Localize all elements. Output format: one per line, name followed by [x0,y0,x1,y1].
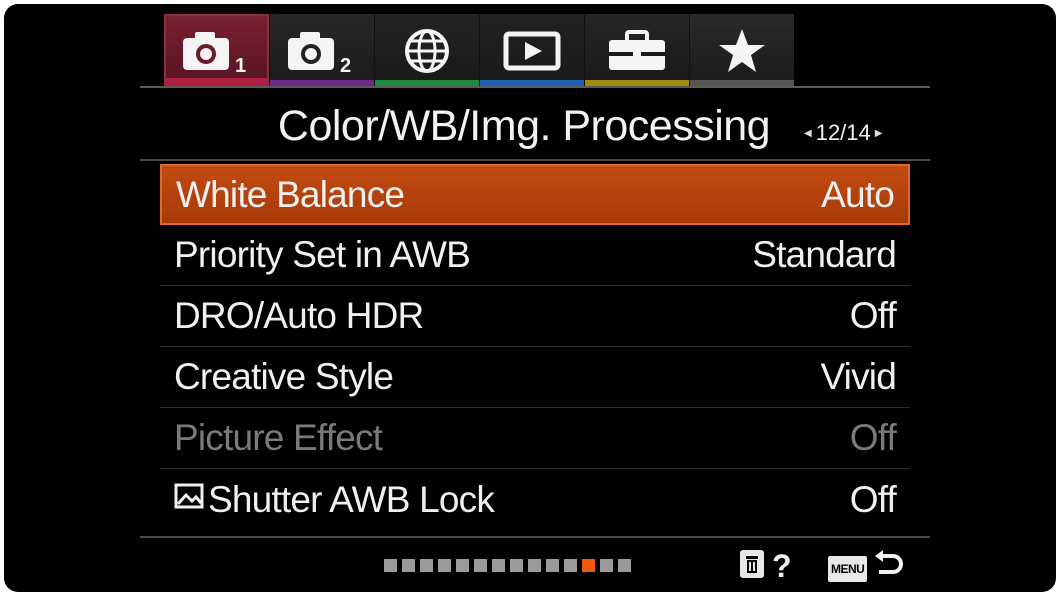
menu-list: White Balance Auto Priority Set in AWB S… [160,164,910,530]
tab-badge: 1 [235,55,246,76]
page-dot [510,559,523,572]
page-dot [438,559,451,572]
page-dot [474,559,487,572]
page-dot [564,559,577,572]
tab-network[interactable] [374,14,479,88]
menu-item-label: Picture Effect [174,417,383,458]
left-arrow-icon: ◀ [804,127,812,139]
page-indicator: ◀ 12/14 ▶ [804,120,882,146]
page-dot [528,559,541,572]
page-dot-current [582,559,595,572]
star-icon [712,26,772,76]
page-dot [420,559,433,572]
image-frame-icon [174,479,206,521]
menu-item-creative-style[interactable]: Creative Style Vivid [160,347,910,408]
menu-item-value: Auto [821,173,895,215]
trash-icon [738,548,766,585]
menu-item-label: White Balance [176,173,405,215]
footer-divider [140,536,930,538]
page-title: Color/WB/Img. Processing [277,102,771,150]
page-dot [402,559,415,572]
menu-item-priority-set-in-awb[interactable]: Priority Set in AWB Standard [160,225,910,286]
tab-my-menu[interactable] [689,14,794,88]
return-arrow-icon [873,550,904,587]
tab-divider [140,86,930,88]
help-label: ? [772,548,792,584]
camera-menu-screen: 1 2 Color/WB/Img. Processing ◀ 12/14 ▶ W… [4,4,1056,592]
tab-badge: 2 [340,55,351,76]
menu-back-button[interactable]: MENU [828,550,904,587]
tab-bar: 1 2 [164,14,794,88]
delete-help-button[interactable]: ? [738,548,792,585]
menu-item-value: Vivid [820,356,896,397]
menu-item-label: DRO/Auto HDR [174,295,424,336]
page-dots [384,559,631,572]
menu-item-white-balance[interactable]: White Balance Auto [160,164,910,225]
header-divider [140,159,930,161]
menu-item-picture-effect: Picture Effect Off [160,408,910,469]
page-dot [456,559,469,572]
page-dot [600,559,613,572]
menu-item-value: Off [849,295,897,336]
right-arrow-icon: ▶ [874,127,883,139]
menu-item-value: Off [849,478,897,520]
menu-item-label-wrap: Shutter AWB Lock [174,478,495,521]
menu-item-value: Off [849,417,897,458]
menu-item-shutter-awb-lock[interactable]: Shutter AWB Lock Off [160,469,910,530]
menu-button-label: MENU [828,555,868,582]
camera-1-icon: 1 [177,26,257,76]
menu-item-value: Standard [752,234,897,275]
page-dot [492,559,505,572]
camera-2-icon: 2 [282,26,362,76]
menu-item-label: Priority Set in AWB [174,234,471,275]
tab-setup[interactable] [584,14,689,88]
playback-icon [500,26,564,76]
page-dot [384,559,397,572]
menu-item-dro-auto-hdr[interactable]: DRO/Auto HDR Off [160,286,910,347]
page-number: 12/14 [815,120,871,145]
globe-icon [397,26,457,76]
page-dot [546,559,559,572]
page-dot [618,559,631,572]
menu-item-label: Creative Style [174,356,394,397]
toolbox-icon [605,26,669,76]
tab-playback[interactable] [479,14,584,88]
menu-item-label: Shutter AWB Lock [208,478,495,520]
tab-shooting-1[interactable]: 1 [164,14,269,88]
tab-shooting-2[interactable]: 2 [269,14,374,88]
